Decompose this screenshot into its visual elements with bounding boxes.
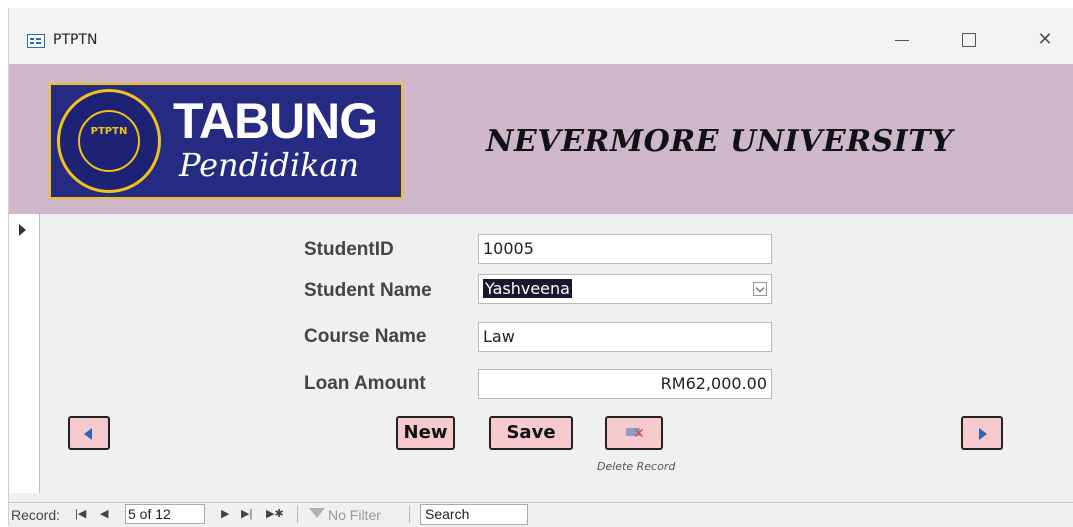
student-id-label: StudentID [304,239,394,260]
save-record-button[interactable]: Save [489,416,573,450]
loan-amount-value: RM62,000.00 [660,374,767,393]
maximize-button[interactable] [954,28,984,52]
course-name-label: Course Name [304,326,427,347]
search-field[interactable]: Search [420,504,528,525]
delete-record-caption: Delete Record [597,460,676,473]
logo-sub-text: Pendidikan [179,146,360,184]
current-record-arrow-icon [19,224,26,236]
previous-record-button[interactable] [68,416,110,450]
no-filter-label[interactable]: No Filter [328,507,381,523]
minimize-button[interactable] [887,28,917,52]
prev-record-icon[interactable]: ◀ [100,507,108,520]
loan-amount-field[interactable]: RM62,000.00 [478,369,772,399]
seal-text: PTPTN [90,126,128,137]
course-name-field[interactable]: Law [478,322,772,352]
minimize-icon [895,40,909,41]
access-form-window: PTPTN ✕ PTPTN TABUNG Pendidikan NEVERMOR… [8,8,1073,527]
logo-main-text: TABUNG [173,93,378,149]
status-separator [409,505,410,523]
next-record-icon[interactable]: ▶ [221,507,229,520]
tabung-pendidikan-logo: PTPTN TABUNG Pendidikan [49,83,403,199]
ptptn-seal-icon: PTPTN [57,89,161,193]
new-blank-record-icon[interactable]: ▶✱ [266,507,284,520]
next-record-button[interactable] [961,416,1003,450]
delete-record-button[interactable]: ✕ [605,416,663,450]
new-record-button[interactable]: New [396,416,455,450]
status-separator [297,505,298,523]
record-navigation-bar: Record: |◀ ◀ 5 of 12 ▶ ▶| ▶✱ No Filter S… [9,502,1073,527]
student-name-label: Student Name [304,280,432,301]
delete-x-icon: ✕ [633,426,645,442]
student-name-value: Yashveena [483,279,572,298]
student-id-value: 10005 [483,239,534,258]
chevron-down-icon[interactable] [753,282,767,296]
student-name-combobox[interactable]: Yashveena [478,274,772,304]
university-title: NEVERMORE UNIVERSITY [486,124,954,159]
last-record-icon[interactable]: ▶| [241,507,252,520]
student-id-field[interactable]: 10005 [478,234,772,264]
seal-inner-ring [78,110,140,172]
loan-amount-label: Loan Amount [304,373,426,394]
arrow-right-icon [979,428,987,440]
close-icon: ✕ [1037,29,1053,50]
maximize-icon [962,33,976,47]
arrow-left-icon [84,428,92,440]
first-record-icon[interactable]: |◀ [75,507,86,520]
title-bar: PTPTN ✕ [9,8,1073,64]
record-selector[interactable] [9,214,40,493]
filter-icon [309,508,325,518]
form-header: PTPTN TABUNG Pendidikan NEVERMORE UNIVER… [9,64,1073,214]
form-icon [27,34,45,48]
window-title: PTPTN [53,32,98,48]
course-name-value: Law [483,327,515,346]
current-record-box[interactable]: 5 of 12 [125,504,205,524]
close-button[interactable]: ✕ [1030,28,1060,52]
record-label: Record: [11,507,61,523]
